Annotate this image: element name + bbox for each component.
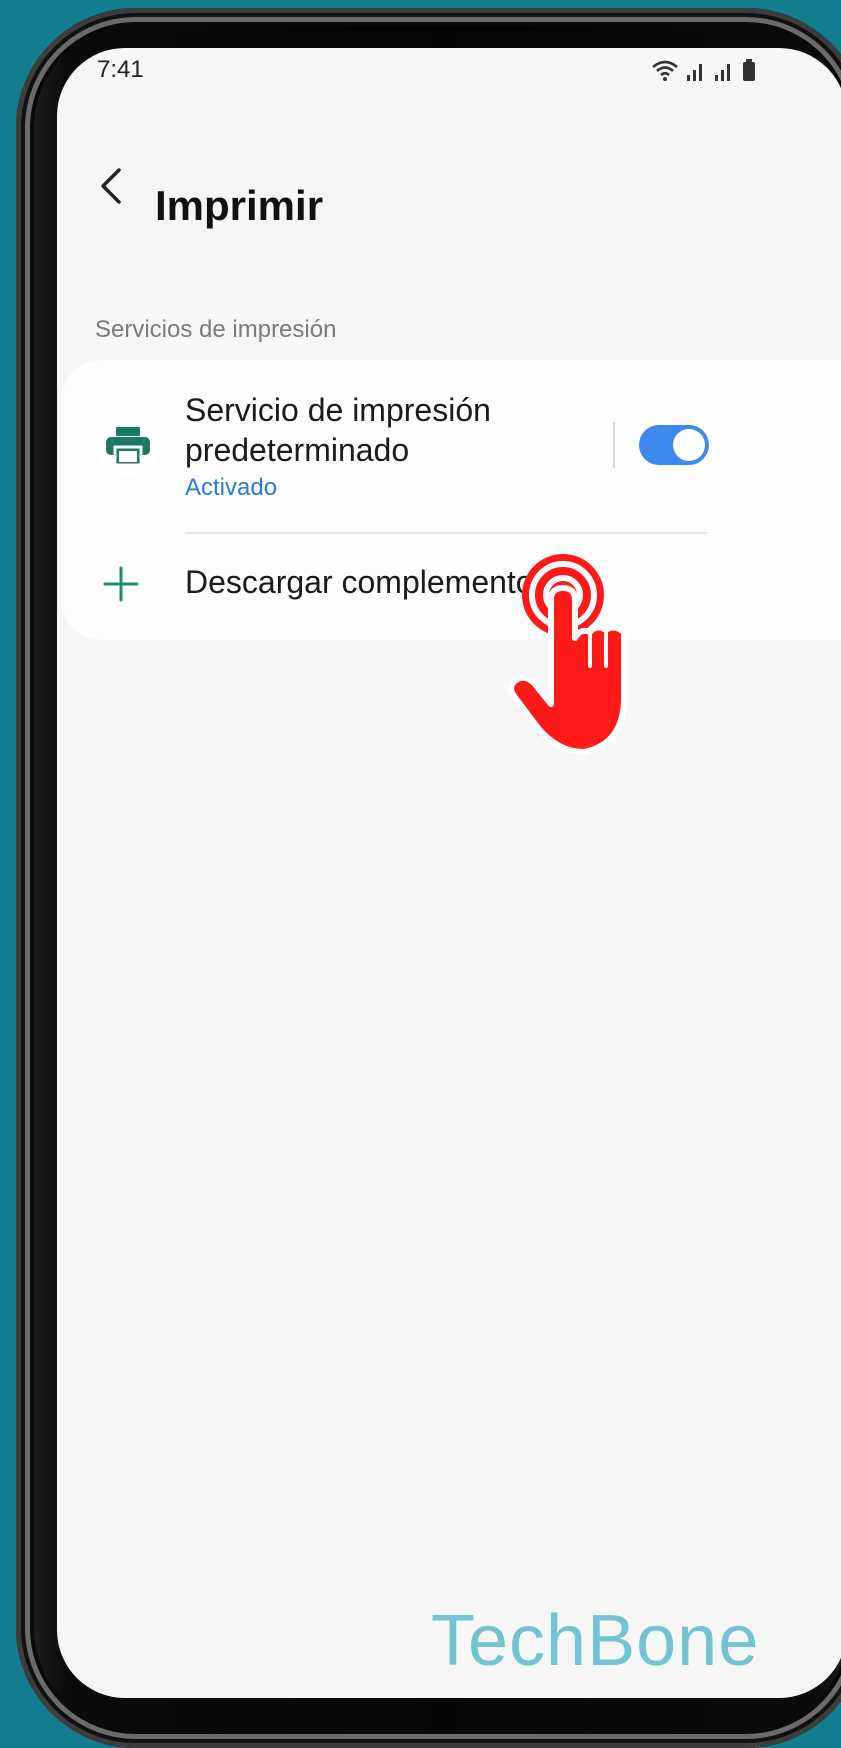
back-button[interactable] [89, 164, 133, 208]
wifi-icon [652, 60, 678, 81]
page-title: Imprimir [155, 182, 324, 229]
default-service-title: Servicio de impresión predeterminado [185, 392, 491, 468]
watermark-text: TechBone [431, 1601, 760, 1681]
printer-icon-container [97, 415, 159, 477]
toggle-knob [673, 429, 705, 461]
print-services-card: Servicio de impresión predeterminado Act… [61, 360, 841, 640]
status-time: 7:41 [97, 56, 144, 83]
chevron-left-icon [101, 168, 121, 204]
vertical-divider [613, 422, 615, 468]
app-header: Imprimir [57, 148, 841, 229]
download-plugin-label: Descargar complemento [185, 564, 534, 600]
signal-icon [715, 64, 730, 81]
default-print-service-item[interactable]: Servicio de impresión predeterminado Act… [61, 360, 841, 532]
default-service-toggle[interactable] [639, 425, 709, 465]
phone-screen: 7:41 Imprimir Servicios de impresión Ser… [57, 48, 841, 1698]
default-service-status: Activado [185, 474, 278, 501]
printer-icon [106, 427, 150, 467]
battery-icon [743, 59, 755, 81]
tap-hand-pointer-icon [508, 554, 627, 755]
signal-icon [687, 64, 702, 81]
status-bar: 7:41 [57, 48, 841, 94]
status-icons [651, 58, 757, 82]
download-plugin-item[interactable]: Descargar complemento [61, 534, 841, 640]
section-label: Servicios de impresión [95, 316, 337, 343]
plus-icon [103, 566, 139, 602]
